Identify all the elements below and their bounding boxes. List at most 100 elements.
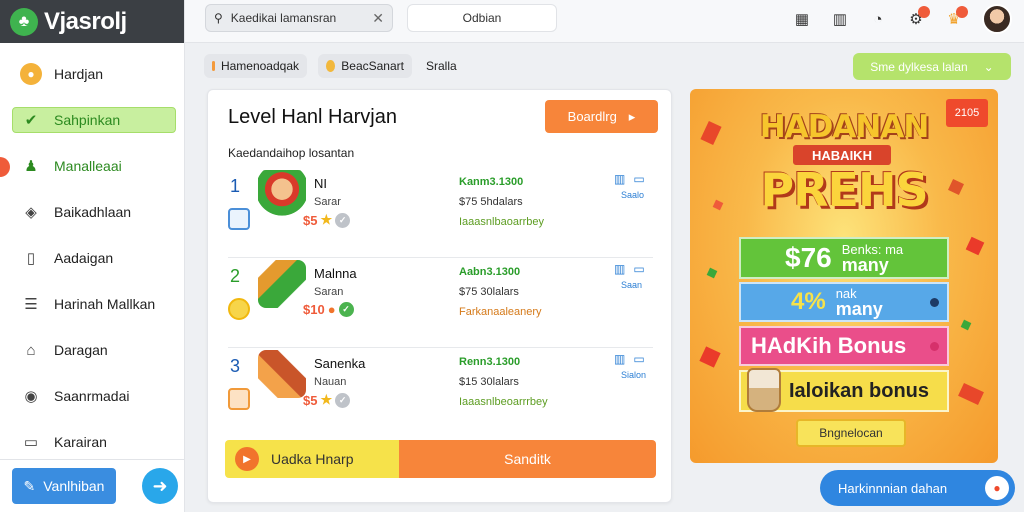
promo-headline: HADANAN — [759, 109, 930, 145]
promo-cta-button[interactable]: Bngnelocan — [796, 419, 906, 447]
monitor-icon[interactable]: ▭ — [633, 352, 644, 366]
play-button[interactable]: ▶ Uadka Hnarp — [225, 440, 399, 478]
row-price: $15 30lalars — [459, 376, 519, 388]
row-rating: Iaaasnlbeoarrrbey — [459, 396, 548, 408]
sidebar-item-label: Baikadhlaan — [54, 204, 132, 220]
chevron-down-icon: ⌄ — [983, 59, 994, 74]
row-amount: Renn3.1300 — [459, 356, 521, 368]
secondary-search-input[interactable]: Odbian — [407, 4, 557, 32]
row-rating: Farkanaaleanery — [459, 306, 542, 318]
row-stat-icons: ▥ ▭ — [614, 352, 645, 366]
coin-icon — [326, 60, 336, 72]
reward-value: $5 — [303, 392, 318, 408]
users-icon: ♟ — [24, 158, 38, 175]
vanlhiban-button[interactable]: ✎ Vanlhiban — [12, 468, 116, 504]
card-subtitle: Kaedandaihop losantan — [228, 146, 355, 160]
trophy-icon[interactable]: ♛ — [944, 6, 968, 29]
avatar[interactable] — [982, 4, 1012, 34]
row-price: $75 30lalars — [459, 286, 519, 298]
sidebar-item-aadaigan[interactable]: ▯ Aadaigan — [0, 235, 185, 281]
filter-chip-beacsanart[interactable]: BeacSanart — [318, 54, 412, 78]
sidebar-item-saanrmadai[interactable]: ◉ Saanrmadai — [0, 373, 185, 419]
sanditk-button[interactable]: Sanditk — [399, 440, 656, 478]
card-title: Level Hanl Harvjan — [228, 106, 397, 128]
pill-icon — [212, 61, 215, 71]
chat-icon[interactable]: ◔ — [868, 9, 888, 29]
filter-chip-sralla[interactable]: Sralla — [418, 54, 465, 78]
sidebar-item-baikadhlaan[interactable]: ◈ Baikadhlaan — [0, 189, 185, 235]
play-button-label: Uadka Hnarp — [271, 451, 354, 467]
building-icon[interactable]: ▥ — [614, 262, 625, 276]
confetti-decoration — [965, 236, 985, 256]
sidebar-item-hardjan[interactable]: ● Hardjan — [0, 51, 185, 97]
help-pill-label: Harkinnnian dahan — [838, 480, 948, 496]
list-icon: ☰ — [24, 296, 38, 313]
game-thumbnail — [258, 260, 306, 308]
coin-icon: ● — [327, 302, 336, 317]
monitor-icon[interactable]: ▭ — [633, 262, 644, 276]
sidebar-item-daragan[interactable]: ⌂ Daragan — [0, 327, 185, 373]
chevron-right-icon: ▸ — [628, 108, 636, 124]
rank-badge-icon — [228, 208, 250, 230]
confetti-decoration — [699, 346, 721, 368]
shield-icon: ◉ — [24, 388, 38, 405]
next-button[interactable]: ➜ — [142, 468, 178, 504]
row-amount: Aabn3.1300 — [459, 266, 521, 278]
row-amount: Kanm3.1300 — [459, 176, 524, 188]
sidebar-item-harinah-mallkan[interactable]: ☰ Harinah Mallkan — [0, 281, 185, 327]
sidebar-item-label: Manalleaai — [54, 158, 122, 174]
building-icon[interactable]: ▥ — [830, 9, 850, 29]
building-icon[interactable]: ▥ — [614, 352, 625, 366]
tag-icon: ◈ — [25, 204, 37, 221]
search-input[interactable]: ⚲ Kaedikai lamansran ✕ — [205, 4, 393, 32]
grid-icon[interactable]: ▦ — [792, 9, 812, 29]
card-footer: ▶ Uadka Hnarp Sanditk — [225, 440, 656, 478]
sidebar-item-label: Saanrmadai — [54, 388, 130, 404]
active-marker — [0, 157, 10, 177]
app-logo-text: Vjasrolj — [44, 7, 127, 35]
see-all-dropdown[interactable]: Sme dylkesa lalan ⌄ — [853, 53, 1011, 80]
offer-cash[interactable]: $76 Benks: ma many — [739, 237, 949, 279]
confetti-decoration — [958, 383, 984, 405]
offer-caption: Benks: ma many — [842, 243, 903, 274]
reward-stars: $5 ★ ✓ — [303, 392, 351, 408]
table-row[interactable]: 1 NI Sarar $5 ★ ✓ Kanm3.1300 $75 5hdalar… — [208, 168, 673, 258]
offer-caption: nak many — [836, 287, 883, 318]
topbar: ⚲ Kaedikai lamansran ✕ Odbian ▦ ▥ ◔ ⚙ ♛ — [185, 0, 1024, 43]
offer-bonus[interactable]: HAdKih Bonus — [739, 326, 949, 366]
filter-chip-label: Sralla — [426, 59, 457, 73]
row-stat-icons: ▥ ▭ — [614, 262, 645, 276]
offer-caption-top: Benks: ma — [841, 241, 904, 257]
offer-ice-cream-bonus[interactable]: Ialoikan bonus — [739, 368, 949, 412]
confetti-decoration — [706, 267, 718, 279]
table-row[interactable]: 2 Malnna Saran $10 ● ✓ Aabn3.1300 $75 30… — [208, 258, 673, 348]
sidebar-item-manalleaai[interactable]: ♟ Manalleaai — [0, 143, 185, 189]
promo-banner[interactable]: 2105 HADANAN HABAIKH PREHS $76 Benks: ma… — [690, 89, 998, 463]
help-pill-button[interactable]: Harkinnnian dahan ● — [820, 470, 1015, 506]
player-name: NI — [314, 176, 327, 191]
offer-percent[interactable]: 4% nak many — [739, 282, 949, 322]
secondary-search-value: Odbian — [462, 11, 502, 25]
player-sub: Sarar — [314, 196, 341, 208]
table-row[interactable]: 3 Sanenka Nauan $5 ★ ✓ Renn3.1300 $15 30… — [208, 348, 673, 438]
row-stat-icons: ▥ ▭ — [614, 172, 645, 186]
monitor-icon[interactable]: ▭ — [633, 172, 644, 186]
rank-number: 3 — [230, 356, 241, 376]
reward-value: $5 — [303, 212, 318, 228]
home-icon: ⌂ — [26, 341, 36, 359]
coin-icon — [228, 298, 250, 320]
notification-badge — [956, 6, 968, 18]
rank-number: 2 — [230, 266, 241, 286]
reward-value: $10 — [303, 302, 325, 317]
sidebar-item-sahpinkan[interactable]: ✔ Sahpinkan — [0, 97, 185, 143]
card-icon: ▭ — [23, 434, 39, 451]
logo-bar: ♣ Vjasrolj — [0, 0, 184, 43]
boardlrg-button[interactable]: Boardlrg ▸ — [545, 100, 658, 133]
vanlhiban-label: Vanlhiban — [43, 478, 105, 494]
filter-chip-hamenoadqak[interactable]: Hamenoadqak — [204, 54, 307, 78]
offer-caption-bottom: many — [835, 298, 883, 319]
gamepad-icon[interactable]: ⚙ — [906, 6, 930, 29]
building-icon[interactable]: ▥ — [614, 172, 625, 186]
offer-value: $76 — [785, 242, 832, 273]
clear-search-icon[interactable]: ✕ — [372, 10, 384, 27]
